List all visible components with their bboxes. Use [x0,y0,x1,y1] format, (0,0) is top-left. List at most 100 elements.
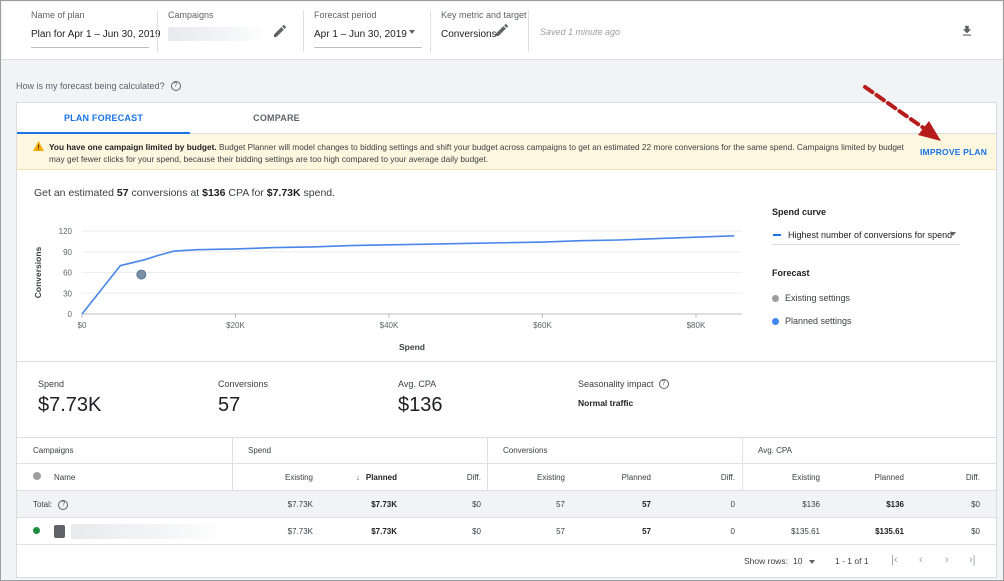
row-spend-planned: $7.73K [371,527,397,536]
tab-plan-forecast[interactable]: PLAN FORECAST [17,103,190,134]
current-forecast-point [136,269,147,280]
edit-campaigns-icon[interactable] [272,23,288,39]
chevron-down-icon[interactable] [950,232,956,236]
row-spend-existing: $7.73K [287,527,313,536]
col-conv-planned[interactable]: Planned [587,464,651,491]
y-tick-label: 30 [63,289,72,298]
forecast-period-label: Forecast period [314,10,377,20]
col-cpa-existing[interactable]: Existing [752,464,820,491]
forecast-explanation-link[interactable]: How is my forecast being calculated? ? [16,81,181,91]
sort-arrow-down-icon: ↓ [355,473,360,482]
section-divider [17,361,996,362]
col-conv-diff[interactable]: Diff. [697,464,735,491]
plan-name-field[interactable]: Name of plan Plan for Apr 1 – Jun 30, 20… [31,10,161,48]
legend-planned: Planned settings [772,316,852,326]
divider [430,10,431,52]
metric-conversions: Conversions 57 [218,379,268,417]
metric-seasonality: Seasonality impact? Normal traffic [578,379,669,408]
spend-curve-select[interactable]: Highest number of conversions for spend [772,225,960,245]
metric-seasonality-label: Seasonality impact? [578,379,669,389]
y-tick-label: 90 [63,248,72,257]
forecast-period-value[interactable]: Apr 1 – Jun 30, 2019 [314,29,422,40]
divider [303,10,304,52]
forecast-card: PLAN FORECAST COMPARE You have one campa… [16,102,997,578]
spend-curve-chart: 0 30 60 90 120 $0 $20K $40K $60K $80K Spend Convers… [17,203,757,363]
col-spend-planned[interactable]: ↓ Planned [337,464,397,491]
show-rows-select[interactable]: 10 [793,556,815,566]
tab-compare[interactable]: COMPARE [190,103,363,134]
next-page-icon[interactable]: › [945,554,949,566]
table-footer: Show rows: 10 1 - 1 of 1 |‹ ‹ › ›| [17,546,996,576]
y-tick-label: 120 [59,227,73,236]
existing-dot-icon [772,294,779,302]
app-frame: Name of plan Plan for Apr 1 – Jun 30, 20… [0,0,1004,581]
forecast-legend-label: Forecast [772,268,810,278]
x-tick-label: $20K [226,321,245,330]
col-cpa-planned[interactable]: Planned [842,464,904,491]
total-spend-diff: $0 [472,500,481,509]
help-icon[interactable]: ? [170,81,181,91]
spend-curve-value[interactable]: Highest number of conversions for spend [788,230,952,240]
table-total-row: Total: ? $7.73K $7.73K $0 57 57 0 $136 $… [17,491,996,518]
total-spend-existing: $7.73K [287,500,313,509]
first-page-icon[interactable]: |‹ [891,554,898,566]
metric-spend-value: $7.73K [38,394,102,416]
col-name[interactable]: Name [54,464,75,491]
col-conv-existing[interactable]: Existing [497,464,565,491]
table-group-header: Campaigns Spend Conversions Avg. CPA [17,437,996,464]
x-tick-label: $60K [533,321,552,330]
y-tick-label: 0 [68,310,73,319]
budget-warning-banner: You have one campaign limited by budget.… [17,134,996,170]
plan-name-value[interactable]: Plan for Apr 1 – Jun 30, 2019 [31,29,161,40]
table-column-header: Name Existing ↓ Planned Diff. Existing Pl… [17,464,996,491]
total-conv-diff: 0 [730,500,735,509]
col-spend-existing[interactable]: Existing [247,464,313,491]
estimate-mid1: conversions at [128,187,203,199]
col-cpa-diff[interactable]: Diff. [937,464,980,491]
y-axis-label: Conversions [33,246,43,298]
campaign-name-redacted[interactable] [71,524,226,539]
metric-spend: Spend $7.73K [38,379,101,417]
x-tick-label: $40K [380,321,399,330]
metric-conversions-label: Conversions [218,379,269,389]
legend-planned-label: Planned settings [785,316,852,326]
metric-cpa: Avg. CPA $136 [398,379,443,417]
metric-cpa-value: $136 [398,394,443,416]
status-filter-icon[interactable] [33,464,41,491]
x-axis-label: Spend [399,342,425,352]
estimate-cpa: $136 [202,187,226,199]
metric-cpa-label: Avg. CPA [398,379,437,389]
col-spend-planned-label[interactable]: Planned [366,473,397,482]
row-conv-diff: 0 [730,527,735,536]
forecast-explanation-text[interactable]: How is my forecast being calculated? [16,81,165,91]
metric-spend-label: Spend [38,379,65,389]
col-spend-diff[interactable]: Diff. [437,464,481,491]
help-icon[interactable]: ? [58,499,69,510]
last-page-icon[interactable]: ›| [969,554,976,566]
help-icon[interactable]: ? [658,379,669,389]
key-metric-value[interactable]: Conversions [441,29,531,40]
chevron-down-icon[interactable] [808,559,815,564]
key-metric-field[interactable]: Key metric and target Conversions [441,10,531,40]
warning-title: You have one campaign limited by budget. [49,142,217,152]
page-range: 1 - 1 of 1 [835,556,869,566]
estimate-summary: Get an estimated 57 conversions at $136 … [34,187,335,199]
campaigns-label: Campaigns [168,10,214,20]
divider [157,10,158,52]
forecast-period-underline [314,47,422,48]
total-label-text: Total: [33,500,53,509]
tab-bar: PLAN FORECAST COMPARE [17,103,996,134]
download-icon[interactable] [960,24,974,38]
group-conversions: Conversions [503,446,548,455]
chart-svg: 0 30 60 90 120 $0 $20K $40K $60K $80K Spend Convers… [33,227,742,352]
row-cpa-planned: $135.61 [875,527,904,536]
edit-key-metric-icon[interactable] [494,22,510,38]
total-conv-planned: 57 [642,500,651,509]
chevron-down-icon[interactable] [409,30,415,34]
table-row[interactable]: $7.73K $7.73K $0 57 57 0 $135.61 $135.61… [17,518,996,545]
show-rows-value[interactable]: 10 [793,556,802,566]
previous-page-icon[interactable]: ‹ [919,554,923,566]
improve-plan-button[interactable]: IMPROVE PLAN [920,147,987,157]
metric-conversions-value: 57 [218,394,241,416]
forecast-period-field[interactable]: Forecast period Apr 1 – Jun 30, 2019 [314,10,422,48]
